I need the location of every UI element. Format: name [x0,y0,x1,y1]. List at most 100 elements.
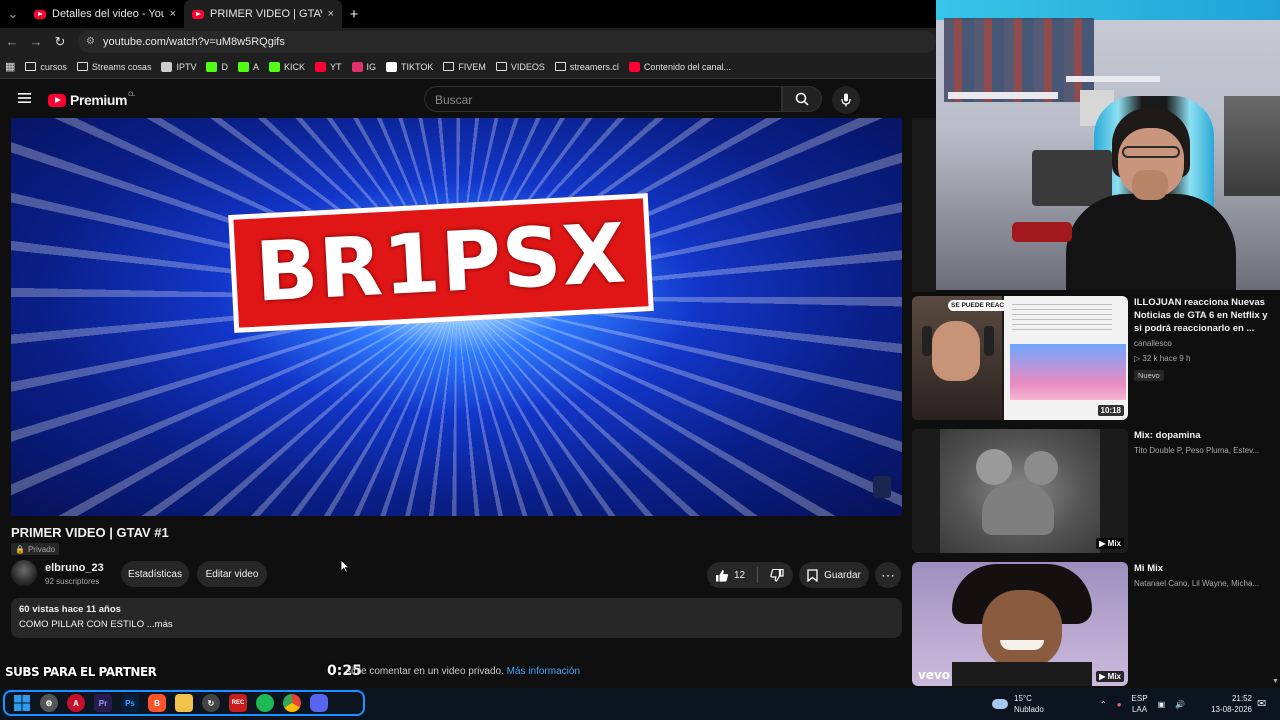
bookmark-item[interactable]: streamers.cl [550,62,624,72]
streamer-hand [1132,170,1168,200]
bookmark-label: D [221,61,228,72]
channel-avatar[interactable] [11,560,37,586]
url-input[interactable]: ⚙ youtube.com/watch?v=uM8w5RQgifs [78,30,936,53]
bookmark-label: streamers.cl [569,61,619,72]
edit-video-button[interactable]: Editar video [197,561,267,587]
spotify-icon[interactable] [256,694,274,712]
youtube-premium-logo[interactable]: Premium CL [48,92,135,108]
bookmark-favicon-icon [315,61,326,72]
settings-icon[interactable]: ⚙ [40,694,58,712]
search-input[interactable]: Buscar [424,86,782,112]
bookmark-label: TIKTOK [401,61,434,72]
microphone [1012,222,1072,242]
windows-start-icon[interactable] [13,694,31,712]
menu-icon[interactable] [18,92,31,104]
description-box[interactable]: 60 vistas hace 11 años COMO PILLAR CON E… [11,598,902,638]
new-tab-button[interactable]: + [342,6,366,23]
bookmark-item[interactable]: Contenido del canal... [624,61,736,72]
language-indicator[interactable]: ESP LAA [1132,693,1148,715]
bookmark-label: Streams cosas [91,61,152,72]
voice-search-button[interactable] [832,86,860,114]
video-player[interactable]: BR1PSX [11,118,902,516]
recommendation-title[interactable]: Mix: dopamina [1134,429,1268,442]
video-thumbnail[interactable]: SE PUEDE REACCIONAR? 10:18 [912,296,1128,420]
back-icon[interactable]: ← [0,34,24,49]
close-tab-icon[interactable]: × [328,8,334,20]
bookmark-item[interactable]: IPTV [156,61,201,72]
app-icon[interactable]: ↻ [202,694,220,712]
recommendation-title[interactable]: Mi Mix [1134,562,1268,575]
bookmark-item[interactable]: Streams cosas [72,62,157,72]
brave-icon[interactable]: B [148,694,166,712]
microphone-icon [841,93,851,107]
reload-icon[interactable]: ↻ [48,34,72,50]
file-explorer-icon[interactable] [175,694,193,712]
stats-button[interactable]: Estadísticas [121,561,189,587]
bookmarks-list: cursos Streams cosas IPTV D A KICK YT IG TIKTOK F… [20,61,736,72]
logo-text: Premium [70,92,128,108]
bookmark-item[interactable]: FIVEM [438,62,491,72]
bookmark-favicon-icon [206,61,218,72]
chrome-icon[interactable] [283,694,301,712]
recommendation-item[interactable]: vevo ▶ Mix Mi Mix Natanael Cano, Lil Way… [912,562,1272,686]
thumbs-up-icon [716,569,729,582]
bookmark-item[interactable]: TIKTOK [381,61,438,72]
recommendation-item[interactable]: ▶ Mix Mix: dopamina Tito Double P, Peso … [912,429,1272,553]
bookmark-item[interactable]: KICK [264,61,310,72]
bookmark-item[interactable]: IG [347,61,382,72]
browser-tab-details[interactable]: Detalles del video - YouTube St × [26,0,184,28]
obs-recording-icon[interactable]: REC [229,694,247,712]
recommendation-item[interactable]: SE PUEDE REACCIONAR? 10:18 ILLOJUAN reac… [912,296,1272,420]
network-icon[interactable]: ▣ [1158,700,1166,709]
tray-chevron-icon[interactable]: ⌃ [1100,700,1107,709]
notifications-icon[interactable]: ✉ [1257,697,1266,710]
windows-taskbar: ⚙ A Pr Ps B ↻ REC [0,688,1280,720]
premiere-icon[interactable]: Pr [94,694,112,712]
browser-tab-video[interactable]: PRIMER VIDEO | GTAV #1 - You × [184,0,342,28]
mix-thumbnail[interactable]: ▶ Mix [912,429,1128,553]
discord-icon[interactable] [310,694,328,712]
clock-time: 21:52 [1231,694,1252,703]
channel-name[interactable]: elbruno_23 [45,562,104,574]
bookmark-item[interactable]: D [201,61,233,72]
search-button[interactable] [782,86,822,112]
bookmark-item[interactable]: YT [310,61,347,72]
channel-watermark[interactable] [873,476,891,498]
mix-badge: ▶ Mix [1096,538,1124,549]
monitor [1032,150,1112,206]
forward-icon[interactable]: → [24,34,48,49]
microphone-tray-icon[interactable]: ● [1117,700,1122,709]
thumbs-down-icon [770,568,784,582]
weather-widget[interactable]: 15°C Nublado [992,693,1044,715]
adobe-icon[interactable]: A [67,694,85,712]
like-button[interactable]: 12 [715,569,745,582]
description-text[interactable]: COMO PILLAR CON ESTILO ...más [19,619,894,630]
apps-grid-icon[interactable]: ▦ [0,60,20,73]
more-info-link[interactable]: Más información [507,666,580,677]
weather-temp: 15°C [1014,694,1032,703]
bookmark-item[interactable]: cursos [20,62,72,72]
more-actions-button[interactable]: ⋯ [875,562,901,588]
volume-icon[interactable]: 🔊 [1175,700,1185,709]
folder-icon [76,62,88,71]
cloud-icon [992,699,1008,709]
bookmark-item[interactable]: A [233,61,264,72]
bookmark-label: Contenido del canal... [643,61,731,72]
recommendation-title[interactable]: ILLOJUAN reacciona Nuevas Noticias de GT… [1134,296,1268,335]
bookmark-favicon-icon [628,61,640,72]
scroll-down-icon[interactable]: ▼ [1272,678,1279,685]
recommendation-channel: Tito Double P, Peso Pluma, Estev... [1134,446,1260,455]
recommendation-channel[interactable]: canallesco [1134,338,1268,350]
url-text: youtube.com/watch?v=uM8w5RQgifs [102,35,285,48]
bookmark-item[interactable]: VIDEOS [491,62,550,72]
dislike-button[interactable] [770,568,784,582]
recommendation-partial-thumb[interactable] [912,118,936,292]
video-title: PRIMER VIDEO | GTAV #1 [11,525,169,540]
site-info-icon[interactable]: ⚙ [86,36,95,47]
tab-search-chevron-icon[interactable]: ⌄ [0,6,26,22]
photoshop-icon[interactable]: Ps [121,694,139,712]
close-tab-icon[interactable]: × [170,8,176,20]
save-button[interactable]: Guardar [799,562,869,588]
mix-thumbnail[interactable]: vevo ▶ Mix [912,562,1128,686]
taskbar-clock[interactable]: 21:52 13-08-2026 [1208,693,1252,715]
